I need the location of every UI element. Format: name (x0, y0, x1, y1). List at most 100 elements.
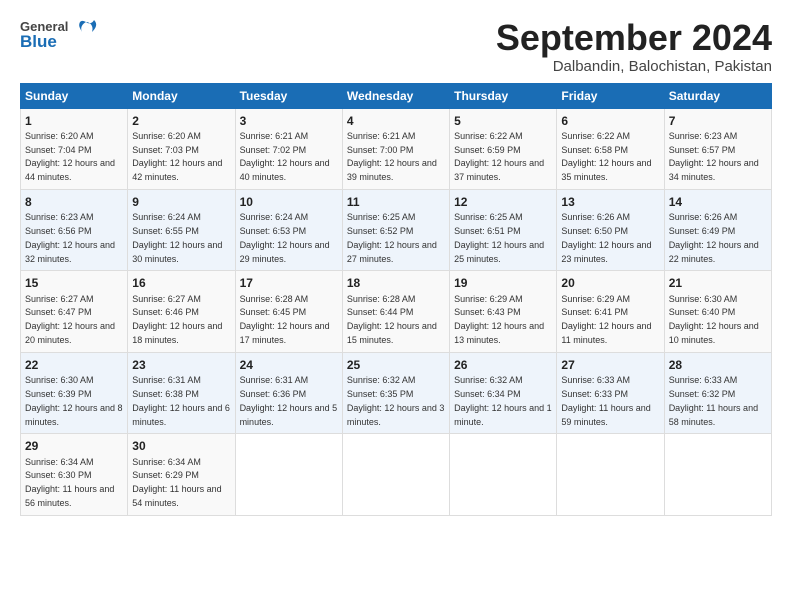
day-info: Sunrise: 6:27 AMSunset: 6:47 PMDaylight:… (25, 294, 115, 345)
day-info: Sunrise: 6:26 AMSunset: 6:50 PMDaylight:… (561, 212, 651, 263)
calendar-week-row: 22 Sunrise: 6:30 AMSunset: 6:39 PMDaylig… (21, 352, 772, 433)
table-row: 23 Sunrise: 6:31 AMSunset: 6:38 PMDaylig… (128, 352, 235, 433)
day-info: Sunrise: 6:21 AMSunset: 7:00 PMDaylight:… (347, 131, 437, 182)
location-subtitle: Dalbandin, Balochistan, Pakistan (496, 58, 772, 75)
page: General Blue September 2024 Dalbandin, B… (0, 0, 792, 612)
logo-text: General Blue (20, 20, 68, 50)
day-number: 3 (240, 113, 338, 129)
day-number: 24 (240, 357, 338, 373)
day-number: 28 (669, 357, 767, 373)
day-number: 8 (25, 194, 123, 210)
header-friday: Friday (557, 83, 664, 108)
day-number: 10 (240, 194, 338, 210)
day-number: 29 (25, 438, 123, 454)
day-info: Sunrise: 6:25 AMSunset: 6:51 PMDaylight:… (454, 212, 544, 263)
header-sunday: Sunday (21, 83, 128, 108)
calendar-week-row: 1 Sunrise: 6:20 AMSunset: 7:04 PMDayligh… (21, 108, 772, 189)
day-number: 19 (454, 275, 552, 291)
table-row: 24 Sunrise: 6:31 AMSunset: 6:36 PMDaylig… (235, 352, 342, 433)
day-number: 13 (561, 194, 659, 210)
day-number: 11 (347, 194, 445, 210)
day-number: 27 (561, 357, 659, 373)
table-row: 13 Sunrise: 6:26 AMSunset: 6:50 PMDaylig… (557, 190, 664, 271)
table-row: 19 Sunrise: 6:29 AMSunset: 6:43 PMDaylig… (450, 271, 557, 352)
day-number: 26 (454, 357, 552, 373)
table-row: 28 Sunrise: 6:33 AMSunset: 6:32 PMDaylig… (664, 352, 771, 433)
table-row: 20 Sunrise: 6:29 AMSunset: 6:41 PMDaylig… (557, 271, 664, 352)
table-row (342, 434, 449, 515)
table-row: 1 Sunrise: 6:20 AMSunset: 7:04 PMDayligh… (21, 108, 128, 189)
table-row: 3 Sunrise: 6:21 AMSunset: 7:02 PMDayligh… (235, 108, 342, 189)
table-row: 7 Sunrise: 6:23 AMSunset: 6:57 PMDayligh… (664, 108, 771, 189)
day-info: Sunrise: 6:33 AMSunset: 6:33 PMDaylight:… (561, 375, 650, 426)
day-info: Sunrise: 6:20 AMSunset: 7:03 PMDaylight:… (132, 131, 222, 182)
logo-blue: Blue (20, 33, 68, 50)
day-info: Sunrise: 6:21 AMSunset: 7:02 PMDaylight:… (240, 131, 330, 182)
day-info: Sunrise: 6:27 AMSunset: 6:46 PMDaylight:… (132, 294, 222, 345)
day-number: 5 (454, 113, 552, 129)
table-row: 25 Sunrise: 6:32 AMSunset: 6:35 PMDaylig… (342, 352, 449, 433)
table-row: 8 Sunrise: 6:23 AMSunset: 6:56 PMDayligh… (21, 190, 128, 271)
table-row: 18 Sunrise: 6:28 AMSunset: 6:44 PMDaylig… (342, 271, 449, 352)
day-info: Sunrise: 6:23 AMSunset: 6:57 PMDaylight:… (669, 131, 759, 182)
day-number: 20 (561, 275, 659, 291)
day-info: Sunrise: 6:29 AMSunset: 6:41 PMDaylight:… (561, 294, 651, 345)
table-row: 21 Sunrise: 6:30 AMSunset: 6:40 PMDaylig… (664, 271, 771, 352)
day-info: Sunrise: 6:34 AMSunset: 6:29 PMDaylight:… (132, 457, 221, 508)
table-row: 17 Sunrise: 6:28 AMSunset: 6:45 PMDaylig… (235, 271, 342, 352)
day-info: Sunrise: 6:20 AMSunset: 7:04 PMDaylight:… (25, 131, 115, 182)
day-info: Sunrise: 6:24 AMSunset: 6:55 PMDaylight:… (132, 212, 222, 263)
day-info: Sunrise: 6:29 AMSunset: 6:43 PMDaylight:… (454, 294, 544, 345)
day-info: Sunrise: 6:22 AMSunset: 6:59 PMDaylight:… (454, 131, 544, 182)
day-info: Sunrise: 6:26 AMSunset: 6:49 PMDaylight:… (669, 212, 759, 263)
table-row: 2 Sunrise: 6:20 AMSunset: 7:03 PMDayligh… (128, 108, 235, 189)
table-row: 10 Sunrise: 6:24 AMSunset: 6:53 PMDaylig… (235, 190, 342, 271)
day-info: Sunrise: 6:23 AMSunset: 6:56 PMDaylight:… (25, 212, 115, 263)
table-row: 16 Sunrise: 6:27 AMSunset: 6:46 PMDaylig… (128, 271, 235, 352)
calendar-table: Sunday Monday Tuesday Wednesday Thursday… (20, 83, 772, 516)
table-row: 29 Sunrise: 6:34 AMSunset: 6:30 PMDaylig… (21, 434, 128, 515)
table-row: 30 Sunrise: 6:34 AMSunset: 6:29 PMDaylig… (128, 434, 235, 515)
header-tuesday: Tuesday (235, 83, 342, 108)
header-monday: Monday (128, 83, 235, 108)
day-info: Sunrise: 6:28 AMSunset: 6:44 PMDaylight:… (347, 294, 437, 345)
day-number: 23 (132, 357, 230, 373)
day-info: Sunrise: 6:28 AMSunset: 6:45 PMDaylight:… (240, 294, 330, 345)
table-row: 14 Sunrise: 6:26 AMSunset: 6:49 PMDaylig… (664, 190, 771, 271)
day-number: 7 (669, 113, 767, 129)
day-number: 14 (669, 194, 767, 210)
logo-bird-icon (72, 18, 100, 51)
table-row: 4 Sunrise: 6:21 AMSunset: 7:00 PMDayligh… (342, 108, 449, 189)
table-row: 15 Sunrise: 6:27 AMSunset: 6:47 PMDaylig… (21, 271, 128, 352)
header: General Blue September 2024 Dalbandin, B… (20, 18, 772, 75)
day-number: 15 (25, 275, 123, 291)
day-number: 9 (132, 194, 230, 210)
table-row: 22 Sunrise: 6:30 AMSunset: 6:39 PMDaylig… (21, 352, 128, 433)
logo: General Blue (20, 18, 100, 51)
day-number: 2 (132, 113, 230, 129)
day-info: Sunrise: 6:30 AMSunset: 6:39 PMDaylight:… (25, 375, 123, 426)
day-number: 17 (240, 275, 338, 291)
day-number: 6 (561, 113, 659, 129)
header-wednesday: Wednesday (342, 83, 449, 108)
table-row: 12 Sunrise: 6:25 AMSunset: 6:51 PMDaylig… (450, 190, 557, 271)
day-info: Sunrise: 6:24 AMSunset: 6:53 PMDaylight:… (240, 212, 330, 263)
day-number: 30 (132, 438, 230, 454)
day-number: 21 (669, 275, 767, 291)
calendar-week-row: 8 Sunrise: 6:23 AMSunset: 6:56 PMDayligh… (21, 190, 772, 271)
day-info: Sunrise: 6:32 AMSunset: 6:35 PMDaylight:… (347, 375, 445, 426)
day-info: Sunrise: 6:31 AMSunset: 6:38 PMDaylight:… (132, 375, 230, 426)
title-block: September 2024 Dalbandin, Balochistan, P… (496, 18, 772, 75)
calendar-week-row: 29 Sunrise: 6:34 AMSunset: 6:30 PMDaylig… (21, 434, 772, 515)
table-row: 26 Sunrise: 6:32 AMSunset: 6:34 PMDaylig… (450, 352, 557, 433)
day-number: 22 (25, 357, 123, 373)
day-number: 25 (347, 357, 445, 373)
table-row: 11 Sunrise: 6:25 AMSunset: 6:52 PMDaylig… (342, 190, 449, 271)
header-thursday: Thursday (450, 83, 557, 108)
day-info: Sunrise: 6:32 AMSunset: 6:34 PMDaylight:… (454, 375, 552, 426)
day-number: 18 (347, 275, 445, 291)
day-number: 4 (347, 113, 445, 129)
calendar-week-row: 15 Sunrise: 6:27 AMSunset: 6:47 PMDaylig… (21, 271, 772, 352)
table-row: 6 Sunrise: 6:22 AMSunset: 6:58 PMDayligh… (557, 108, 664, 189)
table-row: 9 Sunrise: 6:24 AMSunset: 6:55 PMDayligh… (128, 190, 235, 271)
